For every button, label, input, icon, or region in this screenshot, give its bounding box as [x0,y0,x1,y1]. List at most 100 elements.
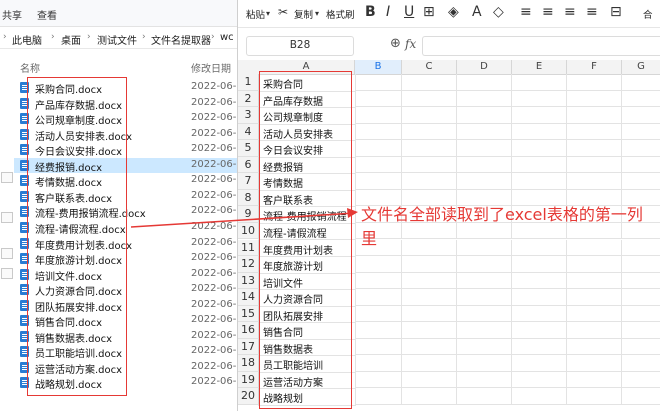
grid-cell[interactable] [622,289,660,306]
grid-cell[interactable] [567,140,622,157]
folder-icon[interactable] [1,212,13,223]
align-center-icon[interactable]: ≡ [542,3,554,21]
zoom-icon[interactable]: ⊕ [390,36,401,51]
tab-view[interactable]: 查看 [37,7,57,22]
grid-cell[interactable] [402,90,457,108]
grid-cell[interactable] [622,173,660,190]
grid-cell[interactable] [402,322,457,339]
grid-cell[interactable] [567,256,622,273]
column-header[interactable]: B [355,60,402,75]
justify-icon[interactable]: ≡ [586,3,598,21]
grid-cell[interactable] [512,107,567,124]
grid-cell[interactable] [457,156,512,174]
grid-cell[interactable] [402,388,457,405]
dropdown-icon[interactable]: ▾ [315,5,319,23]
grid-cell[interactable] [355,289,402,306]
row-header[interactable]: 20 [238,388,259,405]
grid-cell[interactable] [622,157,660,174]
grid-cell[interactable] [567,272,622,290]
grid-cell[interactable] [355,173,402,190]
grid-cell[interactable] [622,306,660,323]
grid-cell[interactable] [355,355,402,372]
row-header[interactable]: 14 [238,289,259,306]
grid-cell[interactable] [457,289,512,306]
grid-cell[interactable] [622,124,660,141]
grid-cell[interactable] [512,256,567,273]
select-all-corner[interactable] [238,60,259,75]
grid-cell[interactable] [622,372,660,389]
grid-cell[interactable] [512,289,567,306]
grid-cell[interactable] [622,355,660,372]
grid-cell[interactable] [355,272,402,290]
row-header[interactable]: 4 [238,123,259,141]
column-name-header[interactable]: 名称 [20,60,40,75]
grid-cell[interactable] [567,156,622,174]
format-painter-button[interactable]: 格式刷 [326,7,355,21]
grid-cell[interactable] [512,90,567,108]
grid-cell[interactable] [355,140,402,157]
row-header[interactable]: 5 [238,140,259,157]
grid-cell[interactable] [402,107,457,124]
fill-color-icon[interactable]: ◈ [448,3,459,21]
row-header[interactable]: 3 [238,107,259,124]
grid-cell[interactable] [457,173,512,190]
column-modified-header[interactable]: 修改日期 [191,60,231,75]
grid-cell[interactable] [512,272,567,290]
grid-cell[interactable] [457,388,512,405]
grid-cell[interactable] [512,322,567,339]
border-icon[interactable]: ⊞ [423,3,435,21]
folder-icon[interactable] [1,172,13,183]
grid-cell[interactable] [355,156,402,174]
row-header[interactable]: 13 [238,272,259,290]
grid-cell[interactable] [457,107,512,124]
grid-cell[interactable] [567,338,622,356]
grid-cell[interactable] [567,74,622,91]
breadcrumb-this-pc[interactable]: 此电脑 [12,32,42,47]
grid-cell[interactable] [457,355,512,372]
grid-cell[interactable] [355,322,402,339]
grid-cell[interactable] [402,140,457,157]
grid-cell[interactable] [567,388,622,405]
dropdown-icon[interactable]: ▾ [266,5,270,23]
bold-button[interactable]: B [365,3,376,21]
grid-cell[interactable] [402,173,457,190]
row-header[interactable]: 16 [238,322,259,339]
row-header[interactable]: 10 [238,222,259,240]
align-left-icon[interactable]: ≡ [520,3,532,21]
grid-cell[interactable] [567,289,622,306]
row-header[interactable]: 17 [238,338,259,356]
grid-cell[interactable] [512,305,567,323]
row-header[interactable]: 6 [238,156,259,174]
grid-cell[interactable] [512,355,567,372]
align-right-icon[interactable]: ≡ [564,3,576,21]
column-header[interactable]: G [622,60,660,75]
grid-cell[interactable] [622,322,660,339]
grid-cell[interactable] [457,371,512,389]
grid-cell[interactable] [567,355,622,372]
grid-cell[interactable] [355,74,402,91]
breadcrumb-test-files[interactable]: 测试文件 [97,32,137,47]
grid-cell[interactable] [567,107,622,124]
italic-button[interactable]: I [386,3,390,21]
grid-cell[interactable] [402,338,457,356]
grid-cell[interactable] [402,156,457,174]
grid-cell[interactable] [512,74,567,91]
cut-icon[interactable]: ✂ [278,3,288,21]
grid-cell[interactable] [512,156,567,174]
grid-cell[interactable] [402,371,457,389]
column-header[interactable]: F [567,60,622,75]
row-header[interactable]: 12 [238,256,259,273]
grid-cell[interactable] [355,123,402,141]
grid-cell[interactable] [402,355,457,372]
grid-cell[interactable] [622,74,660,91]
breadcrumb[interactable]: › 此电脑 › 桌面 › 测试文件 › 文件名提取器 › wc [0,28,237,49]
column-header[interactable]: C [402,60,457,75]
grid-cell[interactable] [567,322,622,339]
grid-cell[interactable] [355,371,402,389]
row-header[interactable]: 19 [238,371,259,389]
grid-cell[interactable] [355,90,402,108]
folder-icon[interactable] [1,268,13,279]
font-color-icon[interactable]: A [472,3,482,21]
grid-cell[interactable] [457,322,512,339]
copy-button[interactable]: 复制 [294,7,313,21]
